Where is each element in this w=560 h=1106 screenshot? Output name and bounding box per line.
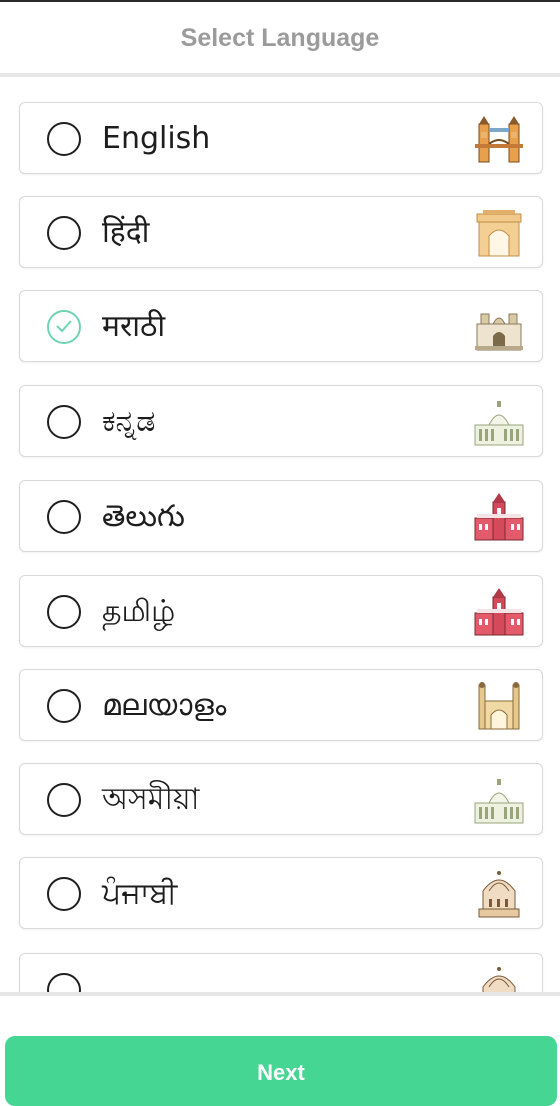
language-option-partial[interactable] [19, 953, 543, 995]
red-building-icon [473, 492, 525, 542]
radio-icon[interactable] [47, 500, 81, 534]
language-option[interactable]: ಕನ್ನಡ [19, 385, 543, 457]
language-label: தமிழ் [102, 594, 176, 629]
language-label: অসমীয়া [102, 782, 200, 817]
vidhana-soudha-icon [473, 397, 525, 447]
language-option[interactable]: മലയാളം [19, 669, 543, 741]
tower-bridge-icon [473, 114, 525, 164]
language-option[interactable]: অসমীয়া [19, 763, 543, 835]
charminar-icon [473, 681, 525, 731]
list-divider [0, 992, 560, 996]
gateway-of-india-icon [473, 302, 525, 352]
radio-icon[interactable] [47, 595, 81, 629]
language-option[interactable]: ਪੰਜਾਬੀ [19, 857, 543, 929]
next-button[interactable]: Next [5, 1036, 557, 1106]
language-label: मराठी [102, 309, 166, 344]
radio-icon[interactable] [47, 216, 81, 250]
radio-icon[interactable] [47, 877, 81, 911]
radio-icon[interactable] [47, 405, 81, 439]
india-gate-icon [473, 208, 525, 258]
vidhana-soudha-icon [473, 775, 525, 825]
language-label: తెలుగు [102, 499, 185, 534]
red-building-icon [473, 587, 525, 637]
language-option[interactable]: English [19, 102, 543, 174]
radio-icon[interactable] [47, 122, 81, 156]
language-label: English [102, 121, 211, 156]
language-option[interactable]: मराठी [19, 290, 543, 362]
language-label: മലയാളം [102, 688, 227, 723]
temple-icon [473, 965, 525, 995]
language-label: ਪੰਜਾਬੀ [102, 876, 178, 911]
language-option[interactable]: हिंदी [19, 196, 543, 268]
radio-icon[interactable] [47, 689, 81, 723]
language-label: हिंदी [102, 215, 150, 250]
temple-icon [473, 869, 525, 919]
language-list-panel[interactable]: English हिंदी मराठी ಕನ್ನಡ తెలుగు தமிழ் മലയാളം অ… [0, 77, 560, 995]
language-label: ಕನ್ನಡ [102, 404, 156, 439]
language-option[interactable]: తెలుగు [19, 480, 543, 552]
radio-checked-icon[interactable] [47, 310, 81, 344]
radio-icon[interactable] [47, 783, 81, 817]
language-option[interactable]: தமிழ் [19, 575, 543, 647]
page-title: Select Language [180, 23, 380, 52]
